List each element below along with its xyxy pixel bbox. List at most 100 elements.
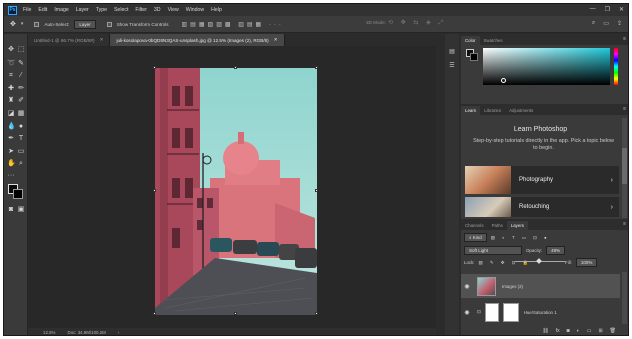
dodge-tool-icon[interactable]: ● (17, 123, 25, 131)
opacity-input[interactable]: 49% (546, 246, 566, 255)
shape-tool-icon[interactable]: ▭ (17, 148, 25, 156)
fill-input[interactable]: 100% (575, 258, 598, 267)
layers-scrollbar[interactable] (622, 272, 627, 324)
minimize-icon[interactable]: — (590, 6, 596, 13)
transform-handle[interactable] (315, 312, 318, 315)
eraser-tool-icon[interactable]: ◪ (7, 110, 15, 118)
transform-handle[interactable] (153, 66, 156, 69)
tab-layers[interactable]: Layers (506, 221, 528, 230)
close-icon[interactable]: ✕ (619, 6, 624, 13)
transform-handle[interactable] (153, 312, 156, 315)
history-brush-icon[interactable]: ✐ (17, 97, 25, 105)
panel-menu-icon[interactable]: ≡ (623, 36, 626, 42)
3d-tools-icons[interactable]: ⟲ ✥ ⇆ ◈ ⤢ (388, 19, 446, 27)
menu-select[interactable]: Select (114, 7, 128, 13)
screen-mode-icon[interactable]: ▣ (17, 206, 25, 214)
quick-select-icon[interactable]: ✎ (17, 60, 25, 68)
blur-tool-icon[interactable]: 💧 (7, 123, 16, 131)
menu-layer[interactable]: Layer (76, 7, 89, 13)
menu-view[interactable]: View (168, 7, 179, 13)
trash-icon[interactable]: 🗑 (610, 328, 616, 335)
tool-preset-dropdown-icon[interactable]: ▾ (21, 21, 24, 27)
layer-row-hue-saturation[interactable]: ◉ ⊡ Hue/Saturation 1 (461, 300, 620, 324)
history-icon[interactable]: ▤ (448, 48, 456, 56)
status-arrow-icon[interactable]: › (118, 330, 119, 335)
move-tool-icon[interactable]: ✥ (10, 20, 16, 28)
color-panel-background[interactable] (470, 53, 478, 61)
close-icon[interactable]: ✕ (100, 37, 104, 43)
layer-filter-icons[interactable]: ▨ ◐ T ▭ ⊡ ● (491, 235, 550, 241)
tab-color[interactable]: Color (461, 36, 480, 45)
menu-filter[interactable]: Filter (135, 7, 147, 13)
panel-menu-icon[interactable]: ≡ (623, 221, 626, 227)
transform-handle[interactable] (153, 189, 156, 192)
scrollbar-thumb[interactable] (622, 148, 627, 184)
color-picker-cursor[interactable] (501, 78, 506, 83)
canvas-area[interactable] (28, 46, 436, 328)
type-tool-icon[interactable]: T (17, 135, 25, 143)
menu-file[interactable]: File (23, 7, 31, 13)
menu-3d[interactable]: 3D (154, 7, 161, 13)
learn-card-retouching[interactable]: Retouching › (465, 197, 619, 217)
transform-handle[interactable] (234, 66, 237, 69)
transform-handle[interactable] (234, 312, 237, 315)
eyedropper-icon[interactable]: ⁄ (17, 72, 25, 80)
move-tool-icon[interactable]: ✥ (7, 46, 15, 54)
tab-learn[interactable]: Learn (461, 106, 481, 115)
hue-slider[interactable] (614, 48, 618, 85)
lasso-tool-icon[interactable]: ➰ (7, 60, 16, 68)
background-color-swatch[interactable] (13, 189, 23, 199)
close-icon[interactable]: ✕ (274, 37, 278, 43)
layer-filter-dropdown[interactable]: ⌕ Kind (464, 233, 487, 242)
tab-paths[interactable]: Paths (488, 221, 507, 230)
auto-select-dropdown[interactable]: Layer (74, 19, 96, 29)
adjustment-icon[interactable]: ◐ (577, 328, 580, 335)
share-icon[interactable]: ⇪ (617, 20, 622, 27)
mask-icon[interactable]: ◙ (567, 328, 570, 335)
menu-type[interactable]: Type (96, 7, 107, 13)
workspace-icon[interactable]: ▭ (603, 20, 609, 27)
properties-icon[interactable]: ☰ (448, 62, 456, 70)
folder-icon[interactable]: ▭ (587, 328, 592, 335)
path-select-icon[interactable]: ➤ (7, 148, 15, 156)
learn-scrollbar[interactable] (622, 118, 627, 218)
tab-active-image[interactable]: juli-kosolapova-0bQD8N3QAS-unsplash.jpg … (110, 34, 285, 46)
document-image[interactable] (155, 68, 317, 315)
auto-select-checkbox[interactable] (34, 21, 40, 27)
healing-brush-icon[interactable]: ✚ (7, 85, 15, 93)
gradient-tool-icon[interactable]: ▦ (17, 110, 25, 118)
zoom-tool-icon[interactable]: ⌕ (17, 160, 25, 168)
tab-untitled[interactable]: Untitled-1 @ 66.7% (RGB/8#) ✕ (28, 34, 111, 46)
brush-tool-icon[interactable]: ✏ (17, 85, 25, 93)
edit-toolbar-icon[interactable]: ··· (7, 172, 15, 180)
fx-icon[interactable]: fx (556, 328, 560, 335)
quick-mask-icon[interactable]: ◙ (7, 206, 15, 214)
menu-window[interactable]: Window (186, 7, 204, 13)
learn-card-photography[interactable]: Photography › (465, 166, 619, 194)
tab-swatches[interactable]: Swatches (480, 36, 507, 45)
zoom-level[interactable]: 12.5% (43, 330, 55, 335)
eye-icon[interactable]: ◉ (461, 309, 473, 316)
search-icon[interactable]: ⌕ (592, 20, 595, 27)
blend-mode-dropdown[interactable]: Soft Light (464, 246, 522, 255)
transform-handle[interactable] (315, 66, 318, 69)
tab-adjustments[interactable]: Adjustments (505, 106, 537, 115)
new-layer-icon[interactable]: ⊞ (598, 328, 602, 335)
opacity-slider[interactable] (515, 258, 565, 264)
eye-icon[interactable]: ◉ (461, 283, 473, 290)
color-picker-field[interactable] (483, 48, 610, 85)
layer-row-images[interactable]: ◉ Images (2) (461, 274, 620, 298)
transform-controls-checkbox[interactable] (106, 21, 112, 27)
tab-libraries[interactable]: Libraries (480, 106, 505, 115)
align-icons[interactable]: ▥▤▦▧▨▩ ▥▤▦ ··· (182, 21, 284, 28)
crop-tool-icon[interactable]: ⌗ (7, 72, 15, 80)
clone-stamp-icon[interactable]: ♜ (7, 97, 15, 105)
pen-tool-icon[interactable]: ✒ (7, 135, 15, 143)
menu-image[interactable]: Image (54, 7, 68, 13)
link-icon[interactable]: ⛓ (542, 328, 548, 335)
panel-menu-icon[interactable]: ≡ (623, 106, 626, 112)
marquee-tool-icon[interactable]: ⬚ (17, 46, 25, 54)
menu-help[interactable]: Help (211, 7, 222, 13)
tab-channels[interactable]: Channels (461, 221, 488, 230)
hand-tool-icon[interactable]: ✋ (7, 160, 16, 168)
